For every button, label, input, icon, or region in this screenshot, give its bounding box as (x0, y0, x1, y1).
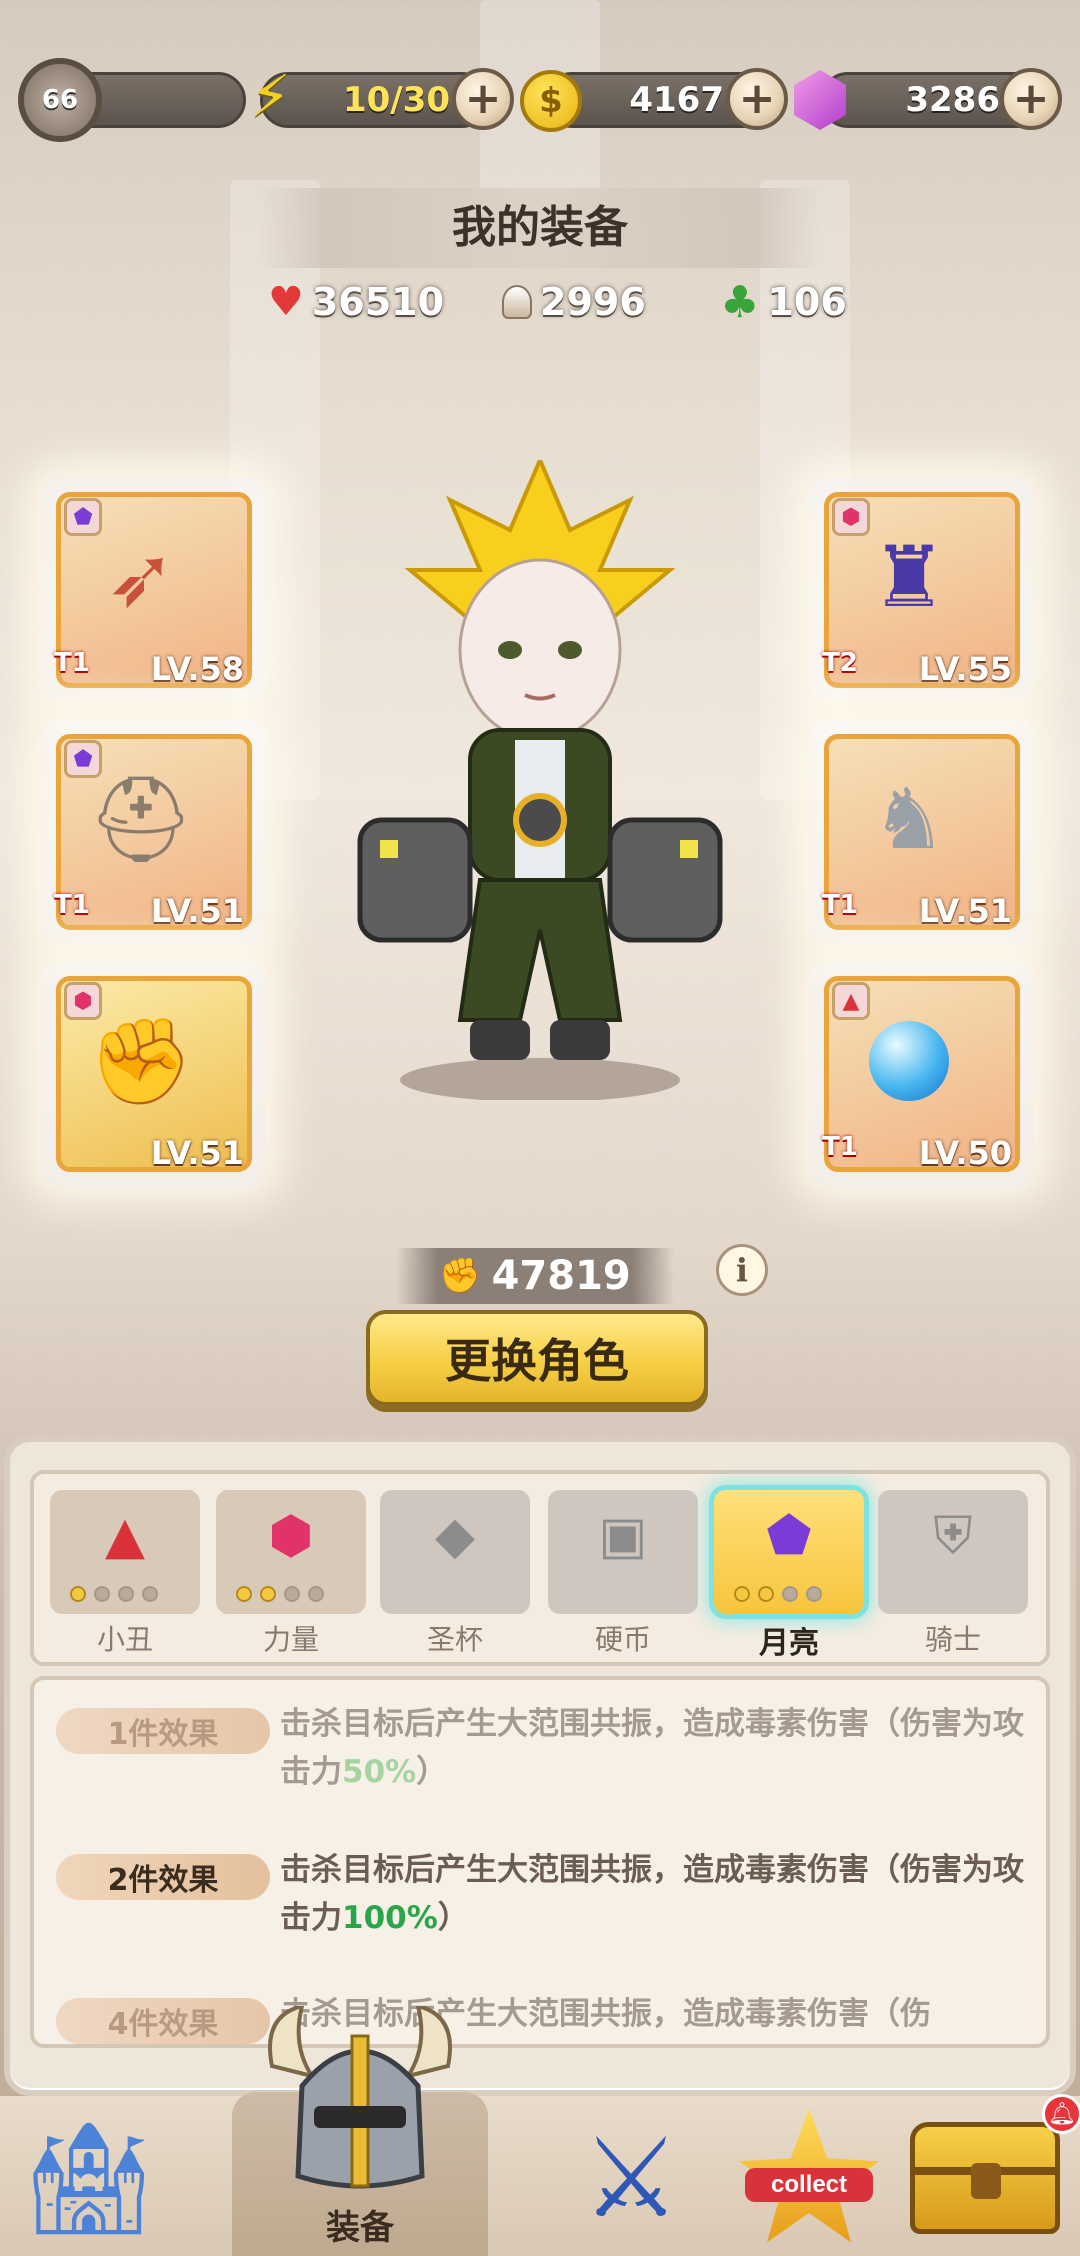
level-label: LV.51 (918, 892, 1012, 930)
notification-bell-badge: 🔔︎ (1042, 2094, 1080, 2134)
gems-value: 3286 (905, 80, 1000, 120)
level-label: LV.58 (150, 650, 244, 688)
bow-icon: ➶ (105, 528, 177, 626)
gray-diamond-gem-icon: ◆ (435, 1506, 475, 1566)
nav-chest-button[interactable] (910, 2108, 1060, 2248)
effect-tag: 2件效果 (56, 1854, 270, 1900)
gauntlet-icon: ✊ (88, 1011, 194, 1110)
castle-icon: 🏰︎ (19, 2113, 159, 2242)
combat-power: ✊ 47819 (396, 1248, 674, 1304)
nav-collect-button[interactable]: collect (734, 2108, 884, 2248)
fist-icon (502, 285, 532, 319)
add-energy-button[interactable]: + (452, 68, 514, 130)
hp-stat: ♥ 36510 (268, 276, 444, 328)
gray-square-gem-icon: ▣ (598, 1506, 648, 1566)
level-label: LV.50 (918, 1134, 1012, 1172)
knight-helmet-icon (268, 2003, 452, 2189)
crystal-orb-icon (854, 1006, 964, 1116)
equip-slot-bow[interactable]: ⬟ ➶ T1 LV.58 (42, 478, 266, 702)
page-title: 我的装备 (452, 202, 628, 253)
tab-grail[interactable]: ◆ (380, 1490, 530, 1614)
luck-value: 106 (767, 280, 847, 324)
tab-label: 小丑 (96, 1623, 153, 1656)
equip-slot-helmet[interactable]: ⬟ ⛑ T1 LV.51 (42, 720, 266, 944)
tier-label: T1 (822, 1132, 858, 1162)
effect-description: 击杀目标后产生大范围共振，造成毒素伤害（伤害为攻击力100%） (280, 1852, 1024, 1936)
character-avatar[interactable] (340, 454, 740, 1102)
clover-icon: ♣ (720, 276, 760, 328)
heart-icon: ♥ (268, 279, 304, 325)
nav-equipment-button[interactable] (262, 2003, 458, 2196)
equip-slot-orb[interactable]: ▲ T1 LV.50 (810, 962, 1034, 1186)
coin-icon: $ (520, 70, 582, 132)
nav-equipment-label: 装备 (326, 2208, 394, 2248)
collect-label: collect (745, 2168, 873, 2202)
tab-clown[interactable]: ▲ (50, 1490, 200, 1614)
set-progress-dots (236, 1586, 324, 1602)
effect-tag: 4件效果 (56, 1998, 270, 2044)
sword-shield-icon: ⚔ (581, 2114, 681, 2242)
add-coins-button[interactable]: + (726, 68, 788, 130)
tab-label: 圣杯 (426, 1623, 483, 1656)
set-progress-dots (70, 1586, 158, 1602)
nav-castle-button[interactable]: 🏰︎ (14, 2108, 164, 2248)
cloak-icon: ♜ (871, 528, 947, 626)
add-gems-button[interactable]: + (1000, 68, 1062, 130)
combat-power-value: 47819 (491, 1253, 631, 1299)
tier-label: T1 (822, 890, 858, 920)
hp-value: 36510 (311, 280, 445, 324)
lightning-icon: ⚡ (250, 62, 291, 130)
equip-slot-boots[interactable]: ♞ T1 LV.51 (810, 720, 1034, 944)
attack-value: 2996 (540, 280, 646, 324)
player-level-badge[interactable]: 66 (18, 58, 102, 142)
treasure-chest-icon (910, 2122, 1060, 2234)
coins-value: 4167 (629, 80, 724, 120)
equip-slot-cloak[interactable]: ⬢ ♜ T2 LV.55 (810, 478, 1034, 702)
player-level: 66 (41, 85, 79, 115)
tab-label: 月亮 (759, 1626, 819, 1661)
energy-value: 10/30 (342, 80, 450, 120)
level-label: LV.51 (150, 1134, 244, 1172)
effect-description: 击杀目标后产生大范围共振，造成毒素伤害（伤害为攻击力50%） (280, 1706, 1024, 1790)
equip-slot-gauntlet[interactable]: ⬢ ✊ LV.51 (42, 962, 266, 1186)
tab-label: 硬币 (594, 1623, 651, 1656)
collect-star-icon: collect (739, 2108, 879, 2248)
winged-helmet-icon: ⛑ (87, 769, 195, 868)
tab-moon[interactable]: ⬟ (714, 1490, 864, 1614)
tab-label: 力量 (262, 1623, 319, 1656)
tier-label: T2 (822, 648, 858, 678)
set-progress-dots (734, 1586, 822, 1602)
info-button[interactable]: i (716, 1244, 768, 1296)
tab-coin[interactable]: ▣ (548, 1490, 698, 1614)
red-triangle-gem-icon: ▲ (105, 1506, 145, 1566)
effect-tag: 1件效果 (56, 1708, 270, 1754)
tab-strength[interactable]: ⬢ (216, 1490, 366, 1614)
set-effects-list[interactable]: 1件效果 击杀目标后产生大范围共振，造成毒素伤害（伤害为攻击力50%） 2件效果… (30, 1676, 1050, 2048)
tab-label: 骑士 (924, 1623, 981, 1656)
attack-stat: 2996 (502, 276, 646, 328)
tier-label: T1 (54, 890, 90, 920)
pink-hexagon-gem-icon: ⬢ (268, 1506, 314, 1566)
gray-shield-gem-icon: ⛨ (933, 1505, 973, 1566)
tier-label: T1 (54, 648, 90, 678)
level-label: LV.51 (150, 892, 244, 930)
purple-pentagon-gem-icon: ⬟ (766, 1506, 812, 1566)
luck-stat: ♣ 106 (720, 276, 847, 328)
level-label: LV.55 (918, 650, 1012, 688)
armor-boots-icon: ♞ (871, 770, 947, 868)
change-character-button[interactable]: 更换角色 (366, 1310, 708, 1406)
fist-power-icon: ✊ (439, 1256, 482, 1296)
tab-knight[interactable]: ⛨ (878, 1490, 1028, 1614)
nav-battle-button[interactable]: ⚔ (556, 2108, 706, 2248)
